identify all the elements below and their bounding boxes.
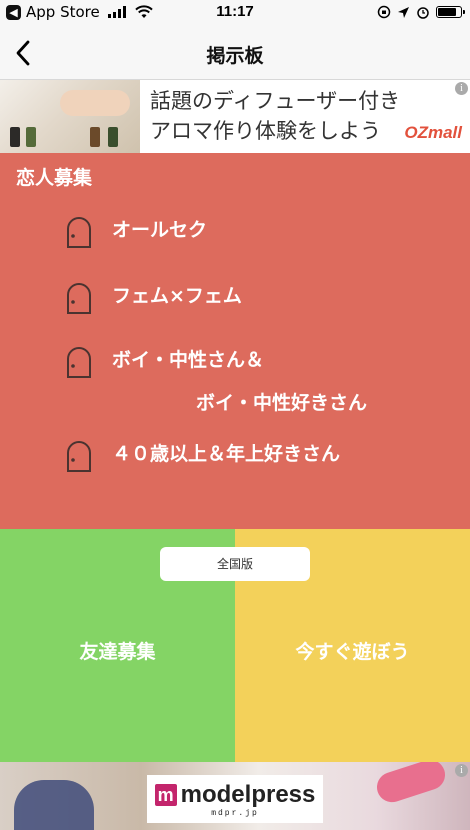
modelpress-domain: mdpr.jp: [211, 808, 259, 818]
nav-bar: 掲示板: [0, 26, 470, 80]
location-icon: [398, 6, 409, 18]
ad-info-icon[interactable]: i: [455, 764, 468, 777]
board-item-label: オールセク: [112, 219, 208, 241]
orientation-lock-icon: [377, 5, 391, 19]
ad-text: 話題のディフューザー付き アロマ作り体験をしよう: [150, 86, 400, 146]
page-title: 掲示板: [206, 45, 264, 67]
board-item-all-sexuality[interactable]: オールセク: [64, 217, 207, 249]
ad-image-left: [14, 780, 94, 830]
friends-label: 友達募集: [79, 641, 156, 663]
board-item-boi-neutral[interactable]: ボイ・中性さん＆ ボイ・中性好きさん: [64, 347, 367, 416]
door-icon: [67, 441, 91, 472]
ad-info-icon[interactable]: i: [455, 82, 468, 95]
board-item-label-line2: ボイ・中性好きさん: [196, 392, 368, 414]
door-icon: [67, 283, 91, 314]
ad-brand-logo: OZmall: [404, 123, 462, 142]
modelpress-wordmark: m modelpress: [154, 780, 316, 809]
section-heading: 恋人募集: [16, 167, 93, 189]
m-logo-icon: m: [154, 783, 177, 806]
battery-fill: [438, 8, 456, 16]
love-section: 恋人募集 オールセク フェム×フェム ボイ・中性さん＆ ボイ・中性好きさん ４０…: [0, 153, 470, 529]
ad-text-line1: 話題のディフューザー付き: [150, 89, 401, 113]
board-item-over-40[interactable]: ４０歳以上＆年上好きさん: [64, 441, 340, 473]
battery-icon: [436, 6, 465, 18]
ad-banner-top[interactable]: 話題のディフューザー付き アロマ作り体験をしよう OZmall i: [0, 80, 470, 153]
board-item-label: フェム×フェム: [112, 285, 242, 307]
category-split: 友達募集 今すぐ遊ぼう 全国版: [0, 529, 470, 762]
board-item-femme-femme[interactable]: フェム×フェム: [64, 283, 242, 315]
ad-text-line2: アロマ作り体験をしよう: [150, 119, 381, 143]
status-bar: ◀ App Store 11:17: [0, 0, 470, 26]
alarm-icon: [417, 7, 429, 19]
door-icon: [67, 217, 91, 248]
board-item-label: ボイ・中性さん＆: [112, 349, 265, 371]
modelpress-logo: m modelpress mdpr.jp: [147, 775, 323, 823]
modelpress-brand: modelpress: [180, 780, 316, 808]
nationwide-button[interactable]: 全国版: [160, 547, 310, 581]
ad-image-right: [373, 762, 449, 807]
door-icon: [67, 347, 91, 378]
ad-image: [0, 80, 140, 153]
ad-banner-bottom[interactable]: m modelpress mdpr.jp i: [0, 762, 470, 830]
play-now-label: 今すぐ遊ぼう: [295, 641, 410, 663]
board-item-label-wrap: ボイ・中性さん＆ ボイ・中性好きさん: [112, 347, 367, 416]
board-item-label: ４０歳以上＆年上好きさん: [112, 443, 341, 465]
status-right: [377, 5, 465, 19]
